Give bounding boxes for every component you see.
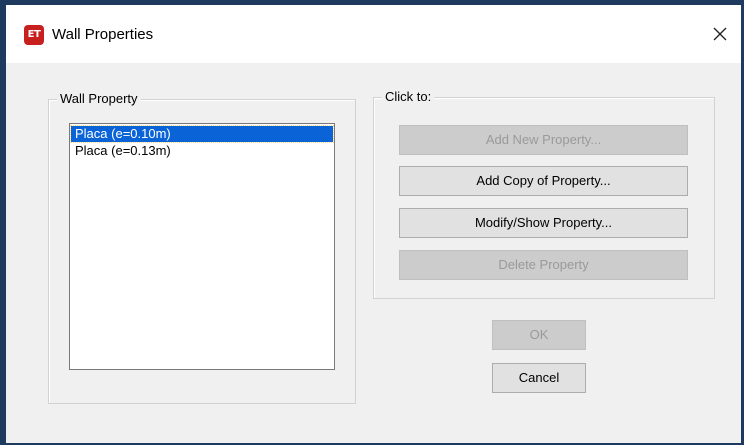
add-copy-property-button[interactable]: Add Copy of Property... xyxy=(399,166,688,196)
delete-property-button[interactable]: Delete Property xyxy=(399,250,688,280)
list-item-placa-010[interactable]: Placa (e=0.10m) xyxy=(70,125,334,143)
wall-property-list[interactable]: Placa (e=0.10m) Placa (e=0.13m) xyxy=(69,123,335,370)
wall-property-caption: Wall Property xyxy=(57,91,141,107)
close-icon xyxy=(713,27,727,41)
etabs-app-icon: ET xyxy=(24,25,44,45)
click-to-caption: Click to: xyxy=(382,89,435,105)
modify-show-property-button[interactable]: Modify/Show Property... xyxy=(399,208,688,238)
cancel-button[interactable]: Cancel xyxy=(492,363,586,393)
ok-button[interactable]: OK xyxy=(492,320,586,350)
add-new-property-button[interactable]: Add New Property... xyxy=(399,125,688,155)
list-item-placa-013[interactable]: Placa (e=0.13m) xyxy=(71,143,333,159)
title-bar[interactable]: ET Wall Properties xyxy=(6,5,741,63)
window-title: Wall Properties xyxy=(52,26,154,43)
close-button[interactable] xyxy=(703,19,737,49)
